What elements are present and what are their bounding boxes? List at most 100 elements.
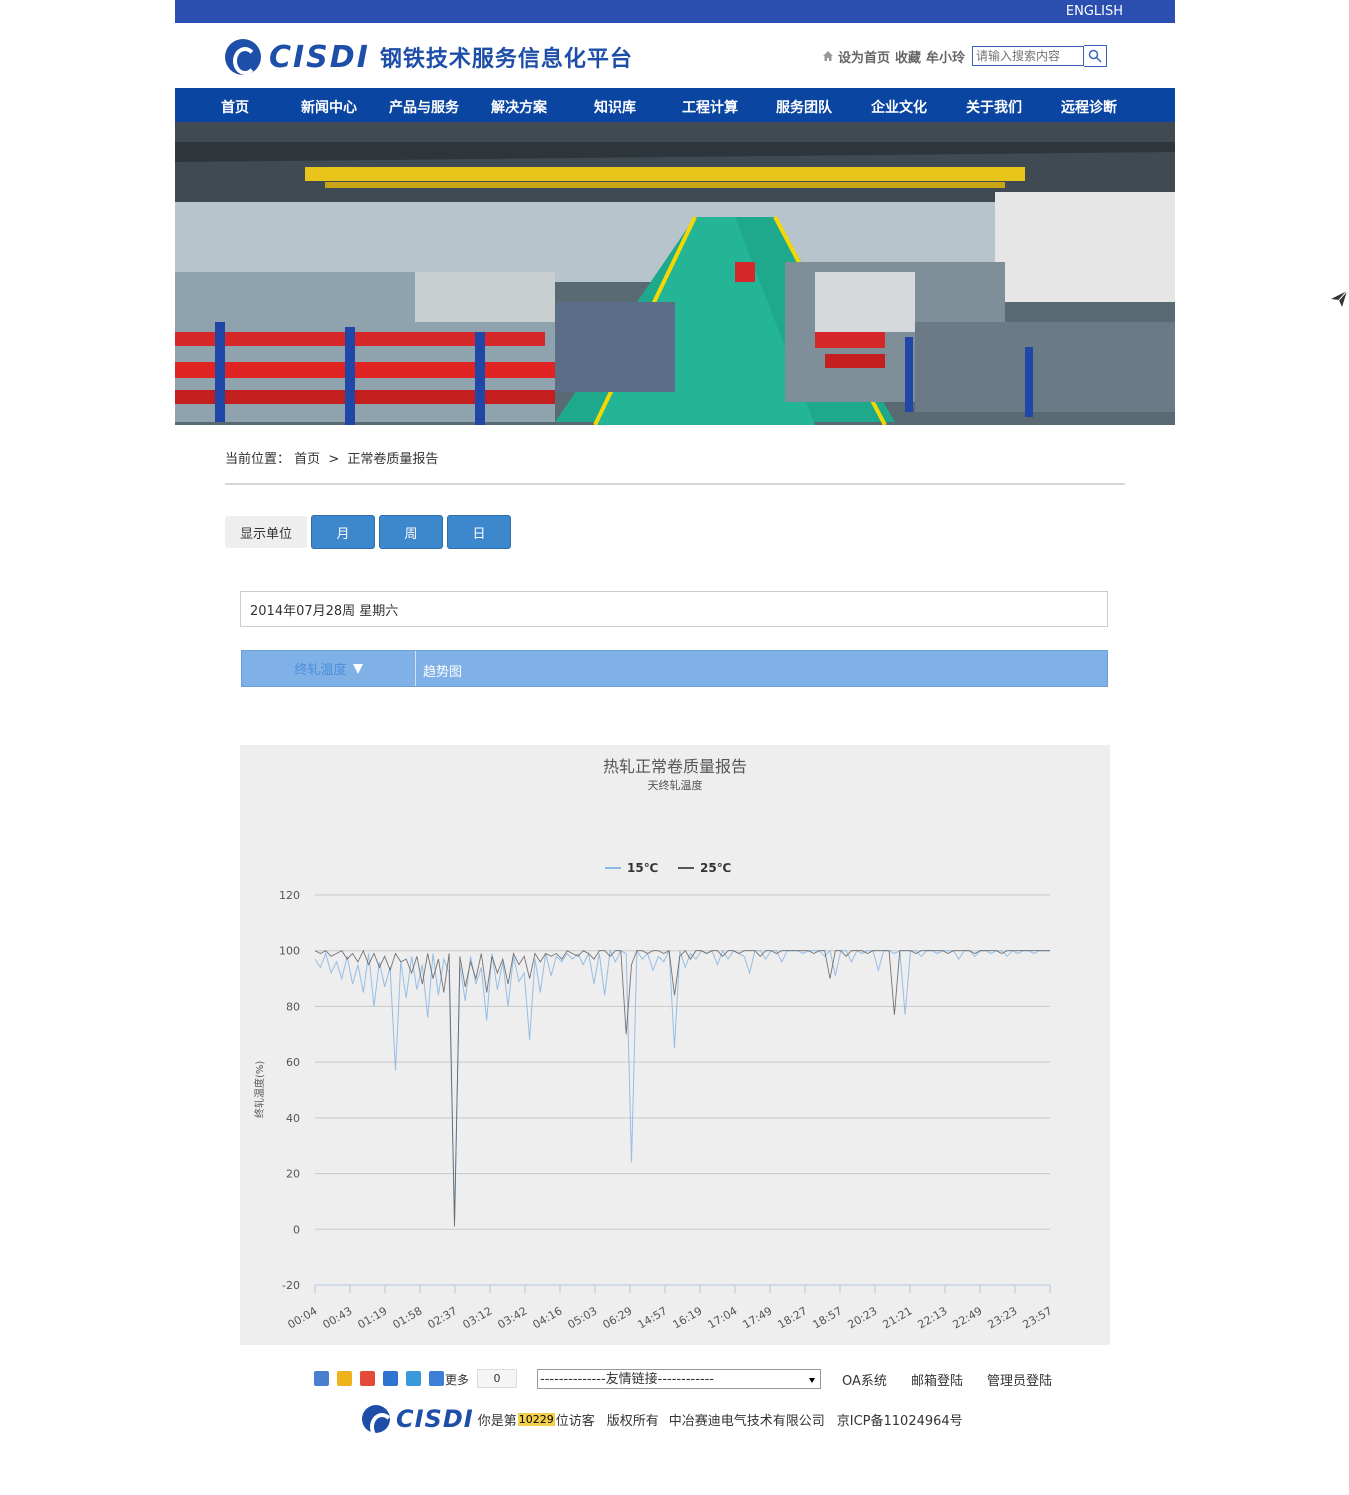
x-tick-label: 22:49 (951, 1304, 985, 1331)
share-renren-icon[interactable] (383, 1371, 398, 1386)
x-tick-label: 01:19 (356, 1304, 390, 1331)
page: ENGLISH CISDI 钢铁技术服务信息化平台 设为首页 收藏 牟小玲 首页… (0, 0, 1349, 1495)
metric-selector[interactable]: 终轧温度 (242, 651, 416, 686)
x-tick-label: 18:57 (811, 1304, 845, 1331)
x-tick-label: 21:21 (881, 1304, 915, 1331)
search-icon (1088, 49, 1102, 63)
search-input[interactable] (972, 46, 1084, 66)
admin-login-link[interactable]: 管理员登陆 (987, 1370, 1052, 1389)
x-tick-label: 18:27 (776, 1304, 810, 1331)
share-weibo-icon[interactable] (360, 1371, 375, 1386)
share-more-icon[interactable] (429, 1371, 444, 1386)
x-tick-label: 03:12 (461, 1304, 495, 1331)
select-arrow-icon (809, 1378, 815, 1383)
y-tick-label: 100 (279, 945, 300, 958)
x-tick-label: 23:23 (986, 1304, 1020, 1331)
divider (225, 483, 1125, 485)
footer-logo-icon (362, 1405, 394, 1441)
breadcrumb-separator: > (328, 452, 340, 467)
share-qzone-icon[interactable] (314, 1371, 329, 1386)
nav-item-news[interactable]: 新闻中心 (301, 97, 357, 117)
footer-links-row: 更多 0 --------------友情链接------------ OA系统… (312, 1368, 1072, 1392)
chart-panel: 热轧正常卷质量报告 天终轧温度 终轧温度(%) -20 0 20 40 60 80 100 1… (240, 745, 1110, 1345)
english-link[interactable]: ENGLISH (1066, 4, 1123, 19)
x-tick-label: 02:37 (426, 1304, 460, 1331)
site-logo[interactable]: CISDI 钢铁技术服务信息化平台 (225, 39, 633, 75)
share-pengyou-icon[interactable] (406, 1371, 421, 1386)
x-tick-label: 04:16 (531, 1304, 565, 1331)
nav-item-solutions[interactable]: 解决方案 (491, 97, 547, 117)
y-tick-label: 0 (293, 1223, 300, 1236)
header-tools: 设为首页 收藏 牟小玲 (822, 45, 1107, 67)
x-tick-label: 06:29 (601, 1304, 635, 1331)
favorite-link[interactable]: 收藏 (895, 47, 921, 66)
icp-number[interactable]: 京ICP备11024964号 (837, 1410, 963, 1429)
x-tick-label: 20:23 (846, 1304, 880, 1331)
set-home-link[interactable]: 设为首页 (838, 47, 890, 66)
x-tick-label: 23:57 (1021, 1304, 1055, 1331)
nav-item-knowledge[interactable]: 知识库 (594, 97, 636, 117)
x-tick-label: 22:13 (916, 1304, 950, 1331)
friend-links-select-value: --------------友情链接------------ (540, 1372, 714, 1387)
legend-label-1: 15℃ (627, 861, 658, 875)
nav-item-products[interactable]: 产品与服务 (389, 97, 459, 117)
chart-tab-bar: 终轧温度 趋势图 (241, 650, 1108, 687)
logo-text: CISDI (269, 39, 370, 75)
x-tick-label: 17:04 (706, 1304, 740, 1331)
nav-item-culture[interactable]: 企业文化 (871, 97, 927, 117)
visitor-prefix: 你是第 (477, 1413, 517, 1429)
friend-links-select[interactable]: --------------友情链接------------ (537, 1369, 821, 1389)
share-star-icon[interactable] (337, 1371, 352, 1386)
search-button[interactable] (1084, 45, 1107, 67)
nav-item-home[interactable]: 首页 (221, 97, 249, 117)
nav-item-service-team[interactable]: 服务团队 (776, 97, 832, 117)
x-tick-label: 05:03 (566, 1304, 600, 1331)
y-tick-label: 60 (286, 1056, 300, 1069)
month-button[interactable]: 月 (311, 515, 375, 549)
company-name: 中冶赛迪电气技术有限公司 (668, 1413, 825, 1429)
breadcrumb-current: 正常卷质量报告 (347, 452, 439, 467)
share-more-link[interactable]: 更多 (445, 1371, 469, 1388)
week-button[interactable]: 周 (379, 515, 443, 549)
x-tick-label: 00:43 (321, 1304, 355, 1331)
metric-selector-label: 终轧温度 (294, 663, 347, 678)
day-button[interactable]: 日 (447, 515, 511, 549)
visitor-counter: 10229 (517, 1412, 555, 1426)
home-icon (822, 51, 833, 61)
logo-mark-icon (225, 39, 261, 75)
y-tick-label: 20 (286, 1168, 300, 1181)
nav-item-remote[interactable]: 远程诊断 (1061, 97, 1117, 117)
header: CISDI 钢铁技术服务信息化平台 设为首页 收藏 牟小玲 (175, 23, 1175, 88)
factory-banner-image (175, 122, 1175, 425)
x-tick-label: 14:57 (636, 1304, 670, 1331)
logo-cn-title: 钢铁技术服务信息化平台 (379, 47, 633, 72)
top-bar: ENGLISH (175, 0, 1175, 23)
x-tick-label: 01:58 (391, 1304, 425, 1331)
main-nav: 首页 新闻中心 产品与服务 解决方案 知识库 工程计算 服务团队 企业文化 关于… (175, 88, 1175, 122)
breadcrumb: 当前位置： 首页 > 正常卷质量报告 (225, 448, 438, 467)
legend-label-2: 25℃ (700, 861, 731, 875)
nav-item-engineering[interactable]: 工程计算 (682, 97, 738, 117)
mail-login-link[interactable]: 邮箱登陆 (911, 1370, 963, 1389)
x-tick-label: 16:19 (671, 1304, 705, 1331)
oa-link[interactable]: OA系统 (842, 1370, 887, 1389)
breadcrumb-prefix: 当前位置： (225, 452, 291, 467)
share-count: 0 (477, 1369, 517, 1388)
y-tick-label: 80 (286, 1000, 300, 1013)
visitor-suffix: 位访客 (555, 1413, 595, 1429)
nav-item-about[interactable]: 关于我们 (966, 97, 1022, 117)
search-box (972, 45, 1107, 67)
send-icon[interactable] (1330, 290, 1348, 308)
breadcrumb-home[interactable]: 首页 (294, 452, 320, 467)
footer-info: CISDI 你是第 10229 位访客 版权所有 中冶赛迪电气技术有限公司 京I… (362, 1404, 963, 1441)
tab-trend[interactable]: 趋势图 (423, 661, 462, 680)
x-tick-label: 03:42 (496, 1304, 530, 1331)
series-line-1 (314, 948, 1050, 1221)
y-tick-label: 40 (286, 1112, 300, 1125)
date-display[interactable]: 2014年07月28周 星期六 (240, 591, 1108, 627)
user-name[interactable]: 牟小玲 (926, 47, 965, 66)
x-tick-label: 17:49 (741, 1304, 775, 1331)
footer-logo-text: CISDI (396, 1405, 474, 1433)
x-tick-label: 00:04 (286, 1304, 320, 1331)
display-unit-label: 显示单位 (225, 516, 307, 548)
